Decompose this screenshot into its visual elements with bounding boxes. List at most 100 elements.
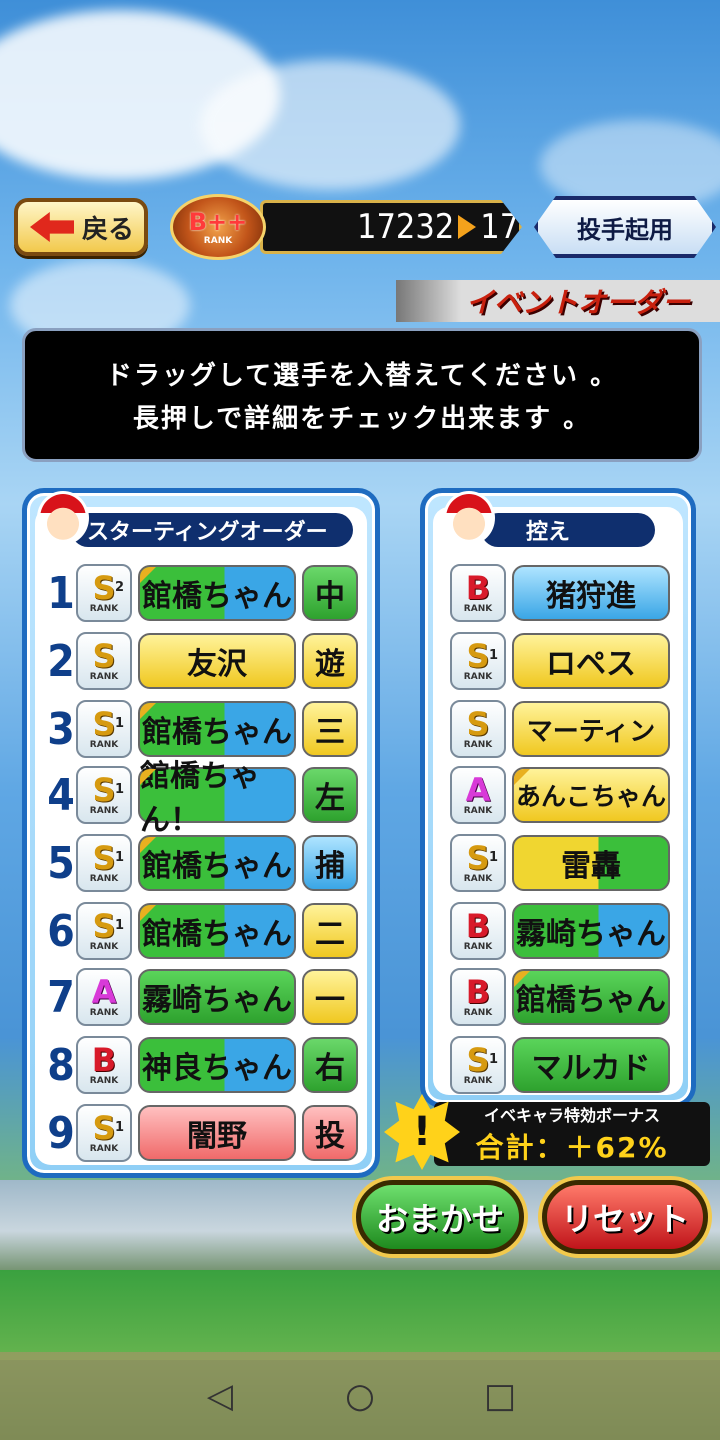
bench-row[interactable]: S 1 RANK 雷轟 xyxy=(450,832,670,894)
player-name[interactable]: マーティン xyxy=(512,701,670,757)
instructions-line2: 長押しで詳細をチェック出来ます 。 xyxy=(132,404,592,434)
player-name[interactable]: あんこちゃん xyxy=(512,767,670,823)
rank-grade: S xyxy=(92,569,116,607)
rank-grade: S xyxy=(466,839,490,877)
rank-badge: B RANK xyxy=(450,968,506,1026)
rank-sub: 1 xyxy=(488,1052,498,1067)
rank-grade: A xyxy=(465,771,491,809)
rank-label: RANK xyxy=(463,806,493,816)
rank-grade: S xyxy=(466,705,490,743)
position-badge: 投 xyxy=(302,1105,358,1161)
bench-title: 控え xyxy=(481,513,655,547)
mascot-icon xyxy=(443,491,495,545)
position-badge: 三 xyxy=(302,701,358,757)
position-badge: 左 xyxy=(302,767,358,823)
bench-row[interactable]: B RANK 猪狩進 xyxy=(450,562,670,624)
rank-label: RANK xyxy=(89,806,119,816)
rank-badge: S 1 RANK xyxy=(76,1104,132,1162)
starting-row[interactable]: 5 S 1 RANK 館橋ちゃん 捕 xyxy=(46,832,358,894)
position-badge: 二 xyxy=(302,903,358,959)
bench-row[interactable]: A RANK あんこちゃん xyxy=(450,764,670,826)
starting-row[interactable]: 9 S 1 RANK 闇野 投 xyxy=(46,1102,358,1164)
event-bonus-total: 合計：＋62% xyxy=(475,1131,669,1164)
player-name[interactable]: 神良ちゃん xyxy=(138,1037,296,1093)
rank-sub: 1 xyxy=(114,850,124,865)
auto-assign-button[interactable]: おまかせ xyxy=(356,1180,524,1254)
nav-recent-icon[interactable]: □ xyxy=(480,1376,520,1416)
position-badge: 遊 xyxy=(302,633,358,689)
back-button[interactable]: 戻る xyxy=(14,198,148,256)
player-name[interactable]: 友沢 xyxy=(138,633,296,689)
bench-row[interactable]: S 1 RANK ロペス xyxy=(450,630,670,692)
player-name[interactable]: 闇野 xyxy=(138,1105,296,1161)
player-name[interactable]: 霧崎ちゃん xyxy=(138,969,296,1025)
nav-home-icon[interactable]: ○ xyxy=(340,1376,380,1416)
rank-grade: S xyxy=(92,839,116,877)
bonus-flag-icon xyxy=(514,769,530,785)
bench-row[interactable]: S 1 RANK マルカド xyxy=(450,1034,670,1096)
starting-row[interactable]: 6 S 1 RANK 館橋ちゃん 二 xyxy=(46,900,358,962)
rank-label: RANK xyxy=(463,672,493,682)
team-rank-grade: B++ xyxy=(188,208,248,236)
player-name[interactable]: マルカド xyxy=(512,1037,670,1093)
rank-grade: B xyxy=(91,1041,117,1079)
back-label: 戻る xyxy=(82,214,135,245)
starting-row[interactable]: 4 S 1 RANK 館橋ちゃん！ 左 xyxy=(46,759,358,838)
rank-label: RANK xyxy=(463,1008,493,1018)
starting-row[interactable]: 2 S RANK 友沢 遊 xyxy=(46,630,358,692)
instructions-line1: ドラッグして選手を入替えてください 。 xyxy=(105,361,619,391)
rank-badge: S RANK xyxy=(76,632,132,690)
rank-badge: B RANK xyxy=(450,902,506,960)
player-name[interactable]: 館橋ちゃん！ xyxy=(138,759,296,838)
team-rank-label: RANK xyxy=(203,236,233,246)
starting-order-title: スターティングオーダー xyxy=(71,513,353,547)
starting-row[interactable]: 7 A RANK 霧崎ちゃん 一 xyxy=(46,966,358,1028)
rank-grade: S xyxy=(92,705,116,743)
event-bonus-title: イベキャラ特効ボーナス xyxy=(483,1106,660,1125)
rank-badge: S 1 RANK xyxy=(76,766,132,824)
field-background xyxy=(0,1270,720,1360)
bonus-flag-icon xyxy=(140,769,156,785)
event-order-label: イベントオーダー xyxy=(465,286,690,319)
rank-badge: A RANK xyxy=(450,766,506,824)
player-name[interactable]: 館橋ちゃん xyxy=(512,969,670,1025)
score-arrow-icon xyxy=(458,215,477,239)
position-badge: 右 xyxy=(302,1037,358,1093)
event-order-banner: イベントオーダー xyxy=(396,280,720,322)
nav-back-icon[interactable]: ◁ xyxy=(200,1376,240,1416)
rank-grade: B xyxy=(465,569,491,607)
rank-label: RANK xyxy=(463,740,493,750)
bonus-flag-icon xyxy=(140,567,156,583)
rank-grade: B xyxy=(465,907,491,945)
rank-sub: 1 xyxy=(114,782,124,797)
batting-order-number: 4 xyxy=(47,769,75,821)
batting-order-number: 1 xyxy=(47,567,75,619)
bench-row[interactable]: S RANK マーティン xyxy=(450,698,670,760)
bench-row[interactable]: B RANK 館橋ちゃん xyxy=(450,966,670,1028)
rank-sub: 2 xyxy=(114,580,124,595)
rank-label: RANK xyxy=(463,874,493,884)
rank-label: RANK xyxy=(89,740,119,750)
player-name[interactable]: 霧崎ちゃん xyxy=(512,903,670,959)
player-name[interactable]: 館橋ちゃん xyxy=(138,565,296,621)
starting-row[interactable]: 1 S 2 RANK 館橋ちゃん 中 xyxy=(46,562,358,624)
score-display: 17232 17232 xyxy=(260,200,522,254)
bench-row[interactable]: B RANK 霧崎ちゃん xyxy=(450,900,670,962)
pitcher-usage-button[interactable]: 投手起用 xyxy=(534,196,716,258)
reset-button[interactable]: リセット xyxy=(542,1180,708,1254)
player-name[interactable]: 館橋ちゃん xyxy=(138,835,296,891)
rank-grade: S xyxy=(92,771,116,809)
player-name[interactable]: 館橋ちゃん xyxy=(138,701,296,757)
batting-order-number: 3 xyxy=(47,703,75,755)
starting-row[interactable]: 8 B RANK 神良ちゃん 右 xyxy=(46,1034,358,1096)
rank-grade: A xyxy=(91,973,117,1011)
player-name[interactable]: ロペス xyxy=(512,633,670,689)
mascot-icon xyxy=(37,491,89,545)
rank-label: RANK xyxy=(463,1076,493,1086)
player-name[interactable]: 館橋ちゃん xyxy=(138,903,296,959)
rank-label: RANK xyxy=(463,604,493,614)
player-name[interactable]: 猪狩進 xyxy=(512,565,670,621)
position-badge: 一 xyxy=(302,969,358,1025)
player-name[interactable]: 雷轟 xyxy=(512,835,670,891)
rank-badge: S 1 RANK xyxy=(450,1036,506,1094)
